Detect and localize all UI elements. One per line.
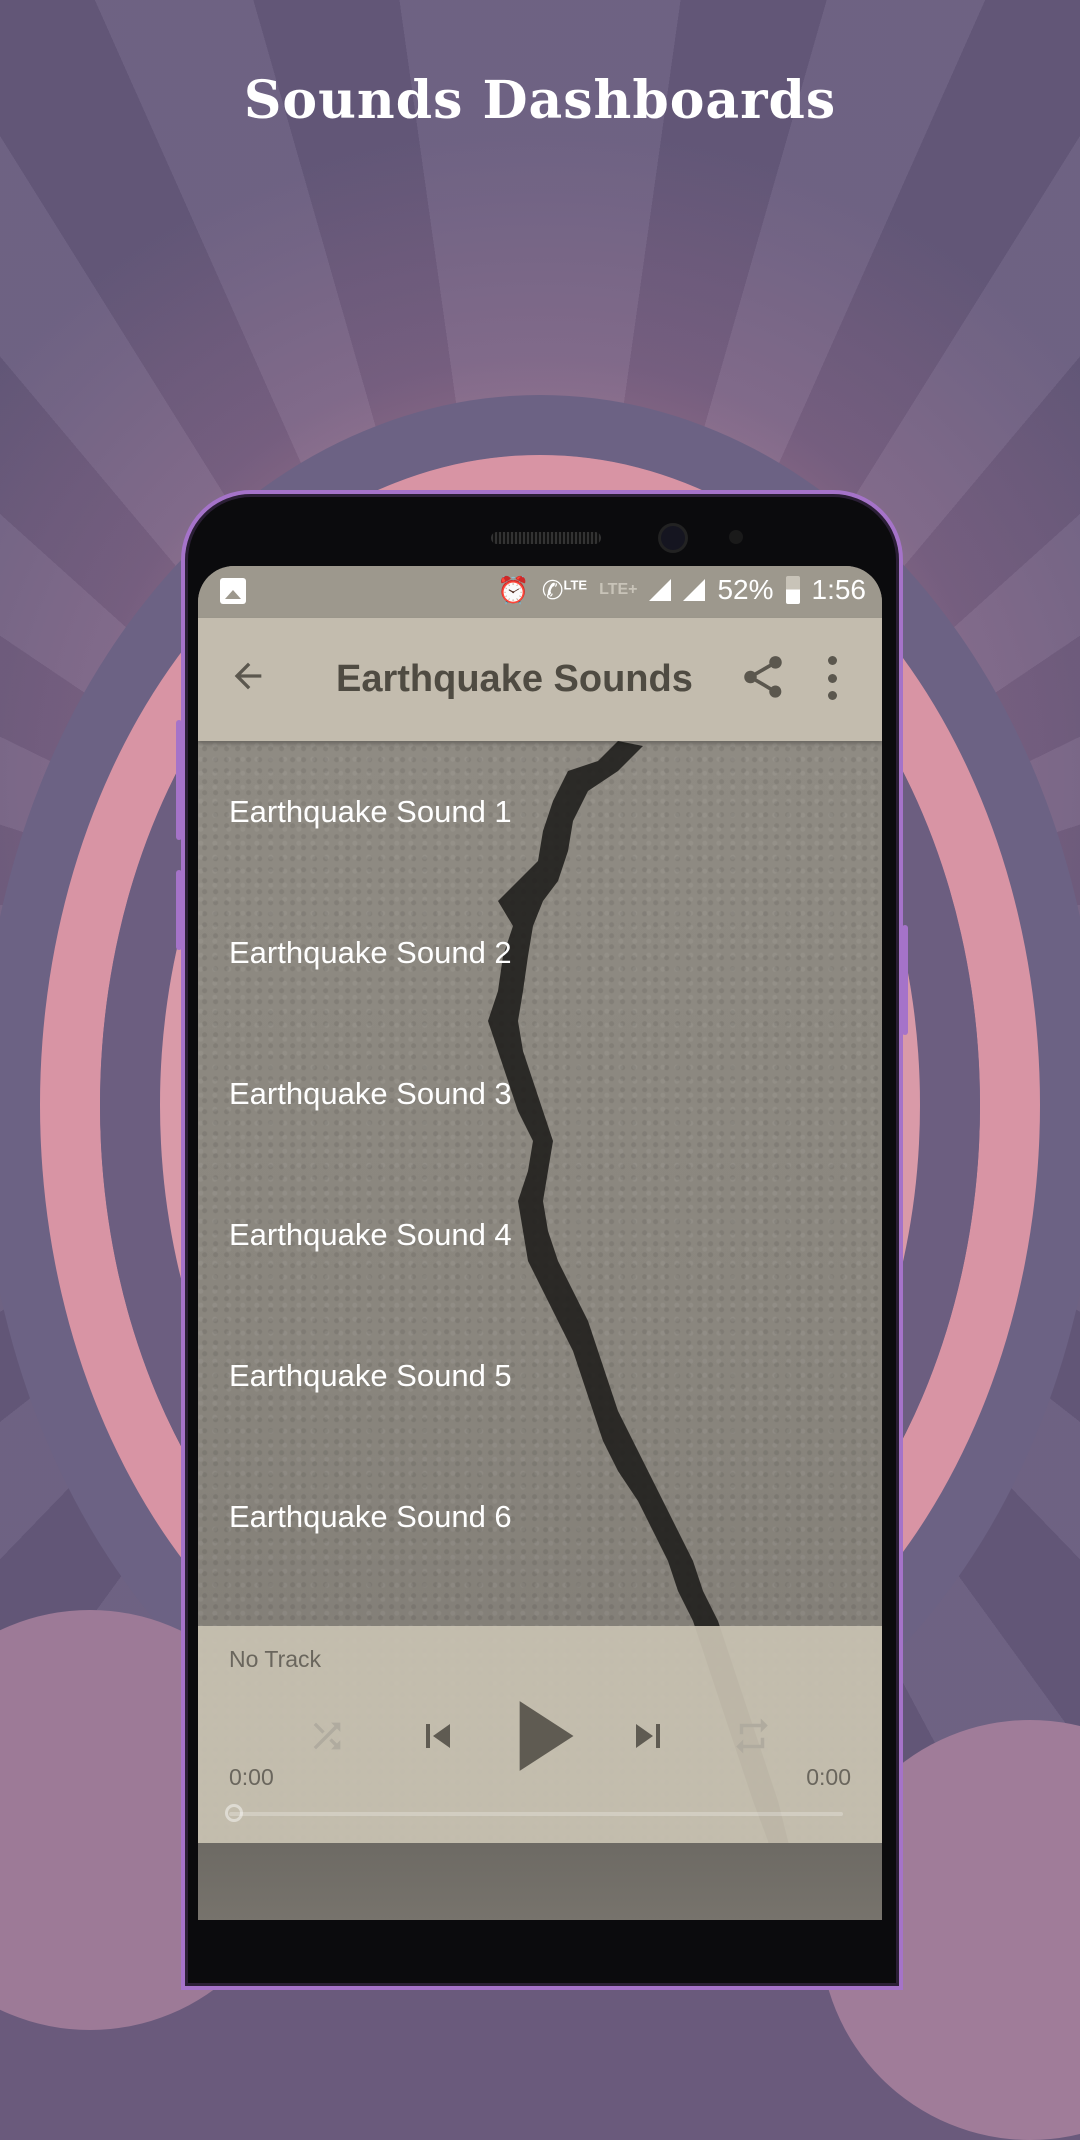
seek-bar[interactable]: [225, 1804, 843, 1822]
skip-next-icon[interactable]: [618, 1706, 678, 1766]
list-item[interactable]: Earthquake Sound 2: [198, 882, 882, 1023]
list-item[interactable]: Earthquake Sound 3: [198, 1023, 882, 1164]
more-vert-icon[interactable]: [826, 656, 838, 700]
toolbar-title: Earthquake Sounds: [336, 658, 693, 700]
repeat-icon[interactable]: [724, 1706, 780, 1766]
signal-icon: [649, 579, 672, 601]
elapsed-time: 0:00: [229, 1764, 274, 1790]
bixby-button: [176, 870, 182, 950]
proximity-sensor: [729, 530, 743, 544]
lte-plus-icon: LTE+: [599, 581, 638, 598]
arrow-back-icon[interactable]: [228, 656, 268, 704]
status-bar: ⏰ ✆LTE LTE+ 52% 1:56: [198, 566, 882, 618]
skip-previous-icon[interactable]: [408, 1706, 468, 1766]
volume-button: [176, 720, 182, 840]
alarm-icon: ⏰: [497, 574, 530, 605]
background-image-strip: [198, 1843, 882, 1920]
track-title: No Track: [229, 1646, 322, 1672]
battery-icon: [785, 576, 800, 604]
promo-title: Sounds Dashboards: [243, 70, 837, 131]
list-item[interactable]: Earthquake Sound 1: [198, 741, 882, 882]
shuffle-icon[interactable]: [302, 1706, 352, 1766]
signal-icon: [683, 579, 706, 601]
list-item[interactable]: Earthquake Sound 4: [198, 1164, 882, 1305]
share-icon[interactable]: [738, 652, 788, 702]
image-notification-icon: [220, 578, 246, 604]
list-item[interactable]: Earthquake Sound 5: [198, 1305, 882, 1446]
sound-list: Earthquake Sound 1 Earthquake Sound 2 Ea…: [198, 741, 882, 1587]
total-duration: 0:00: [806, 1764, 851, 1790]
app-toolbar: Earthquake Sounds: [198, 618, 882, 741]
front-camera: [661, 526, 685, 550]
play-icon[interactable]: [510, 1696, 580, 1776]
volte-call-icon: ✆LTE: [541, 574, 588, 605]
music-player-panel: No Track 0:00 0:00: [198, 1626, 882, 1843]
clock: 1:56: [811, 574, 867, 605]
app-screen: ⏰ ✆LTE LTE+ 52% 1:56 Earthquake Sounds E…: [198, 566, 882, 1920]
earpiece-speaker: [491, 532, 601, 544]
list-item[interactable]: Earthquake Sound 6: [198, 1446, 882, 1587]
seek-thumb[interactable]: [225, 1804, 243, 1822]
battery-percent: 52%: [717, 574, 774, 605]
power-button: [902, 925, 908, 1035]
